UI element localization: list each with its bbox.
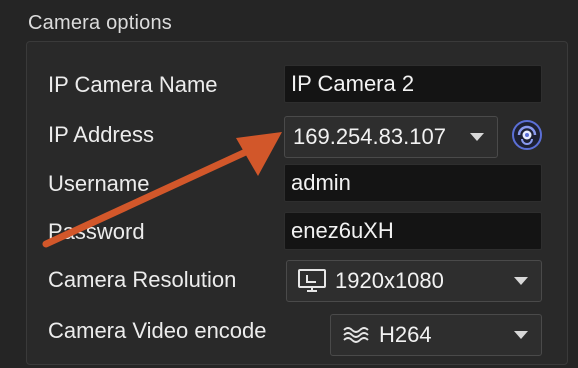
camera-resolution-value: 1920x1080 xyxy=(335,268,444,293)
wave-icon xyxy=(343,327,369,343)
password-label: Password xyxy=(48,219,145,244)
camera-resolution-dropdown[interactable]: 1920x1080 xyxy=(286,260,542,302)
ip-address-label: IP Address xyxy=(48,122,154,147)
username-value: admin xyxy=(291,170,351,195)
section-title: Camera options xyxy=(28,12,172,34)
chevron-down-icon xyxy=(470,133,484,141)
ip-camera-name-field[interactable]: IP Camera 2 xyxy=(284,65,542,103)
chevron-down-icon xyxy=(514,277,528,285)
monitor-icon xyxy=(298,269,326,292)
password-field[interactable]: enez6uXH xyxy=(284,212,542,250)
camera-discover-icon[interactable] xyxy=(510,118,544,152)
ip-camera-name-value: IP Camera 2 xyxy=(291,71,415,96)
camera-video-encode-label: Camera Video encode xyxy=(48,318,267,343)
camera-options-panel: Camera options IP Camera Name IP Camera … xyxy=(0,0,578,368)
password-value: enez6uXH xyxy=(291,218,394,243)
ip-camera-name-label: IP Camera Name xyxy=(48,72,218,97)
camera-resolution-label: Camera Resolution xyxy=(48,267,237,292)
chevron-down-icon xyxy=(514,331,528,339)
username-label: Username xyxy=(48,171,150,196)
camera-video-encode-value: H264 xyxy=(379,322,432,347)
ip-address-value: 169.254.83.107 xyxy=(293,124,446,149)
ip-address-dropdown[interactable]: 169.254.83.107 xyxy=(284,116,498,158)
username-field[interactable]: admin xyxy=(284,164,542,202)
camera-video-encode-dropdown[interactable]: H264 xyxy=(330,314,542,356)
